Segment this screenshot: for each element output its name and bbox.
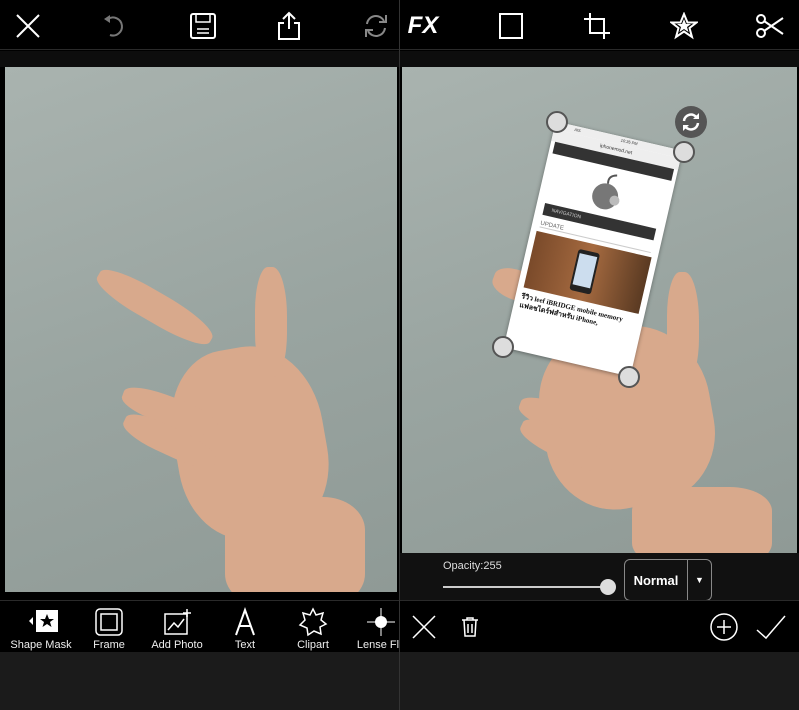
tools-bar: Shape Mask Frame Add Photo Text Clipart …: [0, 600, 399, 652]
apply-button[interactable]: [754, 610, 788, 644]
crop-icon: [584, 13, 610, 39]
undo-button[interactable]: [98, 9, 132, 43]
add-layer-button[interactable]: [707, 610, 741, 644]
clipart-icon: [298, 607, 328, 637]
tool-text[interactable]: Text: [210, 607, 280, 651]
top-toolbar: FX: [400, 0, 799, 50]
square-icon: [499, 13, 523, 39]
tool-clipart[interactable]: Clipart: [278, 607, 348, 651]
mask-button[interactable]: [494, 9, 528, 43]
cutout-button[interactable]: [753, 9, 787, 43]
undo-icon: [104, 15, 123, 37]
inset-carrier: AIS: [573, 126, 582, 134]
text-icon: [235, 607, 255, 636]
rotate-icon: [682, 113, 700, 131]
trash-icon: [462, 617, 478, 637]
save-icon: [190, 13, 216, 39]
delete-button[interactable]: [453, 610, 487, 644]
rotate-handle[interactable]: [675, 106, 707, 138]
fx-button[interactable]: FX: [406, 9, 440, 43]
left-editor-panel: Shape Mask Frame Add Photo Text Clipart …: [0, 0, 399, 710]
resize-handle-bottom-right[interactable]: [618, 366, 640, 388]
plus-circle-icon: [710, 613, 738, 641]
star-square-icon: [29, 610, 58, 632]
frame-icon: [95, 608, 123, 636]
scissors-icon: [756, 14, 784, 38]
tool-add-photo[interactable]: Add Photo: [142, 607, 212, 651]
tool-shape-mask[interactable]: Shape Mask: [6, 607, 76, 651]
resize-handle-top-right[interactable]: [673, 141, 695, 163]
lens-flare-icon: [367, 608, 395, 636]
share-button[interactable]: [272, 9, 306, 43]
add-photo-icon: [164, 609, 191, 635]
save-button[interactable]: [186, 9, 220, 43]
photo-canvas[interactable]: [5, 67, 397, 592]
star-icon: [670, 12, 698, 40]
opacity-slider[interactable]: [443, 586, 608, 588]
tool-lens-flare[interactable]: Lense Fla: [346, 607, 399, 651]
close-icon: [412, 615, 436, 639]
resize-handle-top-left[interactable]: [546, 111, 568, 133]
chevron-down-icon: ▼: [687, 560, 711, 600]
tool-frame[interactable]: Frame: [74, 607, 144, 651]
opacity-slider-knob[interactable]: [600, 579, 616, 595]
checkmark-icon: [756, 615, 786, 640]
cancel-button[interactable]: [407, 610, 441, 644]
blend-mode-select[interactable]: Normal ▼: [624, 559, 712, 601]
refresh-icon: [365, 15, 387, 37]
close-button[interactable]: [11, 9, 45, 43]
crop-button[interactable]: [580, 9, 614, 43]
layer-actions-bar: [400, 600, 799, 652]
favorite-button[interactable]: [667, 9, 701, 43]
resize-handle-bottom-left[interactable]: [492, 336, 514, 358]
top-toolbar: [0, 0, 399, 50]
opacity-label: Opacity:255: [443, 560, 502, 572]
opacity-panel: Opacity:255 Normal ▼: [400, 553, 799, 601]
share-icon: [278, 11, 300, 40]
apple-logo-icon: [592, 174, 620, 210]
close-icon: [16, 14, 40, 38]
refresh-button[interactable]: [359, 9, 393, 43]
